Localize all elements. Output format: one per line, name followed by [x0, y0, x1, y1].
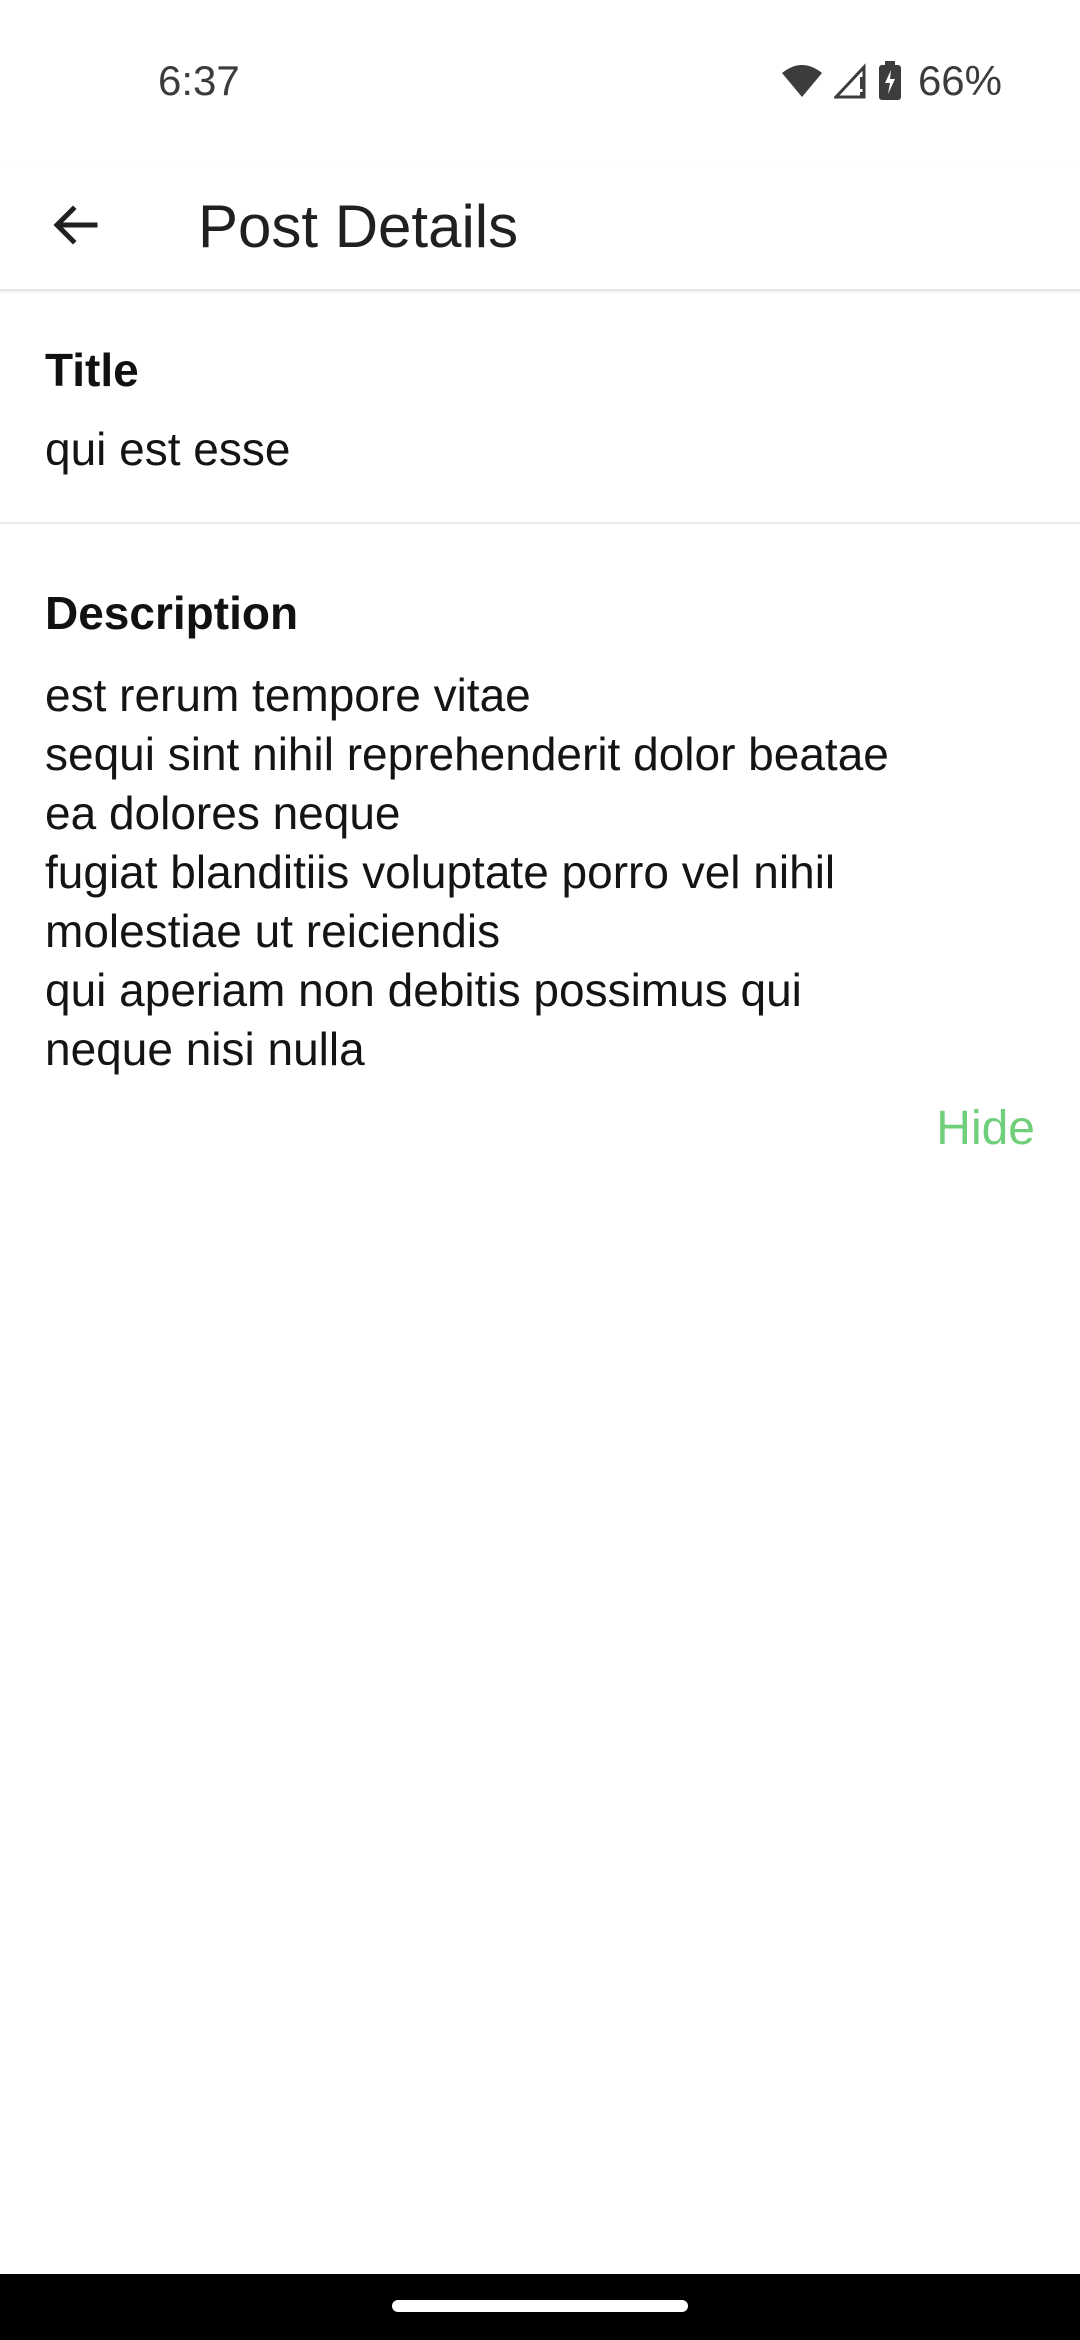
arrow-back-icon: [51, 201, 99, 254]
system-nav-bar: [0, 2274, 1080, 2340]
title-value: qui est esse: [45, 423, 291, 475]
status-time: 6:37: [158, 57, 240, 104]
wifi-icon: [780, 63, 824, 99]
description-label: Description: [45, 587, 299, 639]
battery-percent: 66%: [917, 57, 1002, 104]
app-bar: Post Details: [0, 165, 1080, 291]
status-bar: 6:37 66%: [0, 0, 1080, 165]
hide-button[interactable]: Hide: [936, 1100, 1035, 1158]
title-section: Title qui est esse: [0, 291, 1080, 524]
description-section: Description est rerum tempore vitae sequ…: [0, 526, 1080, 1079]
home-indicator[interactable]: [392, 2300, 688, 2312]
description-line: est rerum tempore vitae: [45, 669, 531, 721]
description-line: neque nisi nulla: [45, 1023, 365, 1075]
battery-charging-icon: [878, 61, 902, 101]
description-line: ea dolores neque: [45, 787, 401, 839]
description-line: sequi sint nihil reprehenderit dolor bea…: [45, 728, 889, 780]
description-line: molestiae ut reiciendis: [45, 905, 501, 957]
signal-icon: [833, 63, 868, 99]
description-line: qui aperiam non debitis possimus qui: [45, 964, 802, 1016]
status-icons: 66%: [780, 56, 1002, 106]
description-line: fugiat blanditiis voluptate porro vel ni…: [45, 846, 836, 898]
page-title: Post Details: [198, 193, 519, 260]
back-button[interactable]: [30, 185, 120, 269]
description-text: est rerum tempore vitae sequi sint nihil…: [45, 666, 1035, 1079]
title-label: Title: [45, 344, 139, 396]
